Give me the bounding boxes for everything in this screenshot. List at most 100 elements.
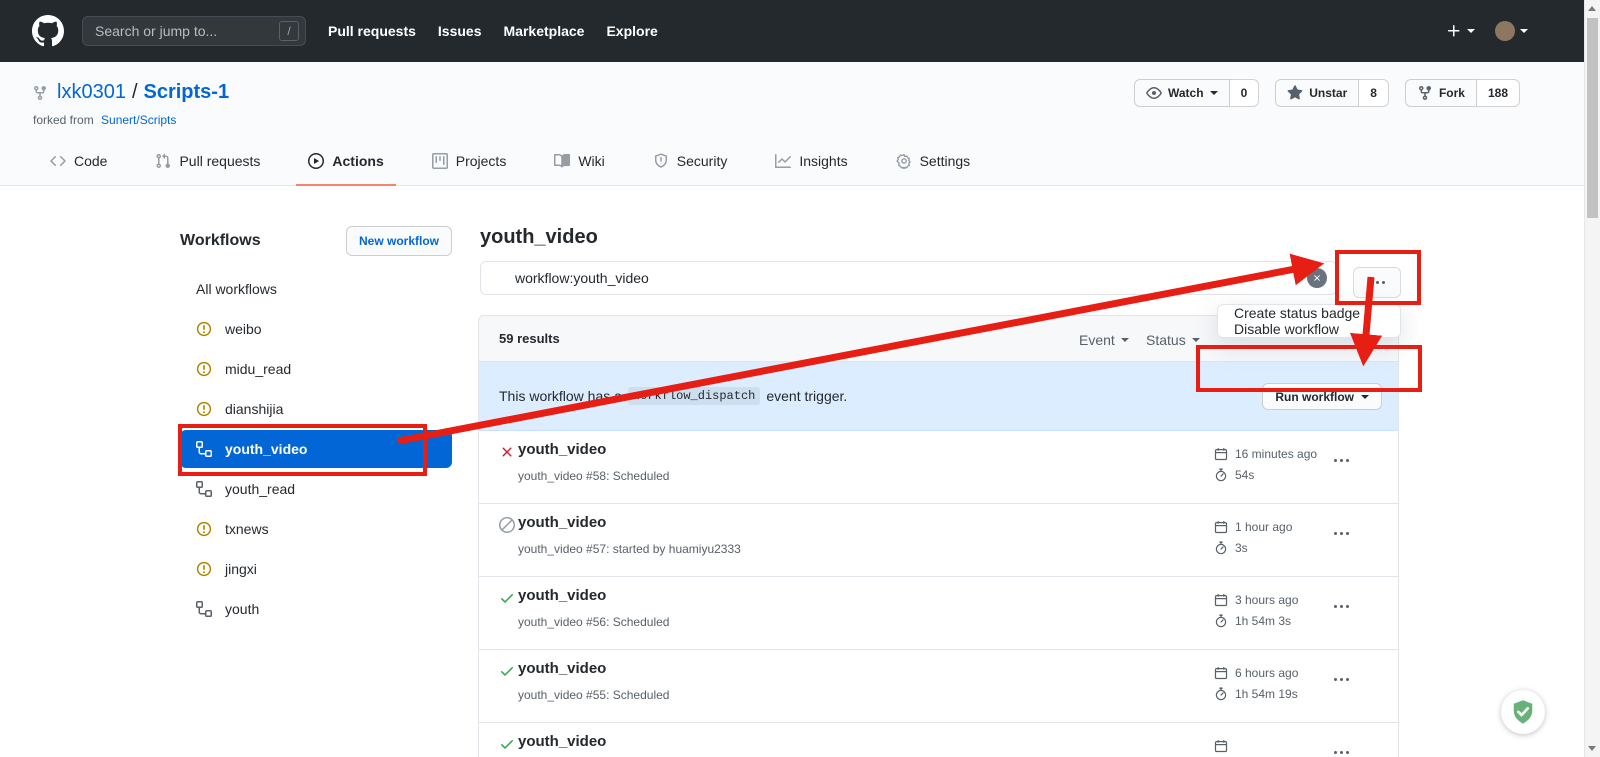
run-title-link[interactable]: youth_video [518,441,606,458]
workflow-icon [196,601,212,617]
run-title-link[interactable]: youth_video [518,733,606,750]
scroll-up-icon[interactable] [1588,6,1596,11]
unstar-button[interactable]: Unstar [1275,79,1359,107]
watch-button[interactable]: Watch [1134,79,1230,107]
nav-issues[interactable]: Issues [438,23,482,39]
tab-code[interactable]: Code [38,137,119,186]
workflow-filter-input[interactable] [480,261,1337,295]
event-filter-button[interactable]: Event [1079,332,1129,348]
tab-actions[interactable]: Actions [296,137,395,186]
tab-label: Projects [456,153,507,169]
chevron-down-icon [1192,338,1200,342]
scrollbar[interactable] [1584,0,1600,757]
run-subtitle: youth_video #57: started by huamiyu2333 [518,542,741,556]
watch-count[interactable]: 0 [1230,79,1260,107]
run-title-link[interactable]: youth_video [518,660,606,677]
run-meta: 6 hours ago 1h 54m 19s [1214,662,1298,704]
sidebar-workflow-item[interactable]: All workflows [180,270,452,308]
user-menu-button[interactable] [1495,21,1528,41]
tab-wiki[interactable]: Wiki [542,137,616,186]
tab-label: Pull requests [179,153,260,169]
tab-projects[interactable]: Projects [420,137,519,186]
run-menu-button[interactable] [1334,605,1349,608]
nav-marketplace[interactable]: Marketplace [504,23,585,39]
adguard-badge[interactable] [1501,690,1545,734]
tab-security[interactable]: Security [641,137,740,186]
sidebar-workflow-item[interactable]: youth_read [180,470,452,508]
tab-label: Settings [920,153,971,169]
run-menu-button[interactable] [1334,751,1349,754]
scrollbar-thumb[interactable] [1587,18,1598,218]
run-time: 1 hour ago [1235,520,1292,534]
repo-name-link[interactable]: Scripts-1 [144,81,230,104]
calendar-icon [1214,520,1228,534]
workflow-icon [196,441,212,457]
global-search-input[interactable] [82,16,306,46]
chevron-down-icon [1520,29,1528,33]
repo-separator: / [132,81,138,104]
runs-card: 59 results Event Status This workflow ha… [478,315,1399,757]
repo-owner-link[interactable]: lxk0301 [57,81,126,104]
kebab-icon [1334,605,1349,608]
create-new-button[interactable] [1446,23,1475,39]
chevron-down-icon [1467,29,1475,33]
check-success-icon [499,736,515,752]
fork-source-link[interactable]: Sunert/Scripts [101,113,176,127]
star-count[interactable]: 8 [1359,79,1389,107]
scroll-down-icon[interactable] [1588,746,1596,751]
stopwatch-icon [1214,541,1228,555]
run-title-link[interactable]: youth_video [518,514,606,531]
repo-forked-icon [1417,85,1433,101]
calendar-icon [1214,666,1228,680]
sidebar-workflow-item[interactable]: weibo [180,310,452,348]
run-meta [1214,735,1235,757]
new-workflow-button[interactable]: New workflow [346,226,452,256]
sidebar-workflow-item[interactable]: youth_video [180,430,452,468]
sidebar-workflow-item[interactable]: jingxi [180,550,452,588]
menu-item-disable-workflow[interactable]: Disable workflow [1218,310,1355,348]
workflow-icon [196,481,212,497]
eye-icon [1146,85,1162,101]
warning-icon [196,361,212,377]
repo-tabs: Code Pull requests Actions Projects Wiki… [38,137,1006,186]
menu-caret [1362,297,1378,305]
global-search: / [82,16,306,46]
nav-pull-requests[interactable]: Pull requests [328,23,416,39]
sidebar-item-label: txnews [225,521,269,537]
github-logo-icon[interactable] [32,15,64,47]
run-menu-button[interactable] [1334,678,1349,681]
fork-button[interactable]: Fork [1405,79,1477,107]
fork-count[interactable]: 188 [1477,79,1520,107]
nav-explore[interactable]: Explore [606,23,657,39]
tab-pull-requests[interactable]: Pull requests [143,137,272,186]
sidebar-workflow-item[interactable]: txnews [180,510,452,548]
book-icon [554,153,570,169]
workflow-run-row: youth_video youth_video #58: Scheduled 1… [479,431,1398,504]
run-duration: 3s [1235,541,1248,555]
tab-insights[interactable]: Insights [763,137,859,186]
status-filter-button[interactable]: Status [1146,332,1200,348]
run-menu-button[interactable] [1334,459,1349,462]
run-menu-button[interactable] [1334,532,1349,535]
slash-shortcut-hint: / [279,21,299,41]
workflow-run-row: youth_video [479,723,1398,757]
sidebar-workflow-item[interactable]: youth [180,590,452,628]
run-workflow-button[interactable]: Run workflow [1262,383,1382,410]
workflow-list: All workflows weibo midu_read [180,270,452,628]
workflow-options-menu: Create status badge Disable workflow [1217,304,1401,338]
run-meta: 16 minutes ago 54s [1214,443,1317,485]
repo-forked-icon [32,85,48,101]
fork-note-text: forked from [33,113,94,127]
tab-settings[interactable]: Settings [884,137,983,186]
run-subtitle: youth_video #55: Scheduled [518,688,669,702]
warning-icon [196,321,212,337]
sidebar-workflow-item[interactable]: midu_read [180,350,452,388]
run-title-link[interactable]: youth_video [518,587,606,604]
calendar-icon [1214,739,1228,753]
plus-icon [1446,23,1462,39]
sidebar-workflow-item[interactable]: dianshijia [180,390,452,428]
workflow-run-row: youth_video youth_video #56: Scheduled 3… [479,577,1398,650]
clear-filter-button[interactable] [1307,268,1327,288]
banner-code: workflow_dispatch [628,387,760,405]
watch-label: Watch [1168,86,1204,100]
